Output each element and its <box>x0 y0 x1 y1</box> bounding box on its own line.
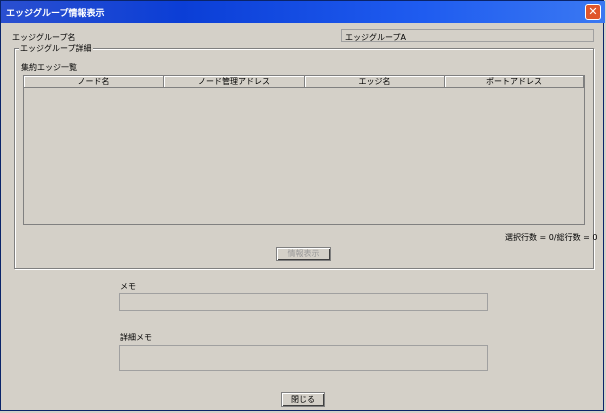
column-header-port-address[interactable]: ポートアドレス <box>445 76 584 88</box>
memo-field[interactable] <box>119 293 488 311</box>
close-icon: ✕ <box>588 5 598 18</box>
dialog-window: エッジグループ情報表示 ✕ エッジグループ名 エッジグループA エッジグループ詳… <box>0 0 605 411</box>
detail-memo-label: 詳細メモ <box>120 333 152 342</box>
aggregate-edge-list-label: 集約エッジ一覧 <box>21 63 77 72</box>
info-display-button[interactable]: 情報表示 <box>276 247 331 261</box>
detail-memo-field[interactable] <box>119 345 488 371</box>
aggregate-edge-table[interactable]: ノード名 ノード管理アドレス エッジ名 ポートアドレス <box>23 75 585 225</box>
edge-group-detail-legend: エッジグループ詳細 <box>19 43 93 54</box>
row-count-status: 選択行数 = 0/総行数 = 0 <box>505 233 598 242</box>
edge-group-name-value: エッジグループA <box>345 33 406 42</box>
edge-group-name-label: エッジグループ名 <box>12 33 76 42</box>
close-button[interactable]: 閉じる <box>281 392 325 407</box>
memo-label: メモ <box>120 282 136 291</box>
column-header-edge-name[interactable]: エッジ名 <box>305 76 445 88</box>
close-window-button[interactable]: ✕ <box>585 4 601 20</box>
column-header-node-name[interactable]: ノード名 <box>24 76 164 88</box>
window-title: エッジグループ情報表示 <box>6 9 105 19</box>
title-bar[interactable]: エッジグループ情報表示 ✕ <box>1 1 605 23</box>
edge-group-name-field: エッジグループA <box>341 29 594 42</box>
column-header-node-mgmt-address[interactable]: ノード管理アドレス <box>164 76 305 88</box>
table-header: ノード名 ノード管理アドレス エッジ名 ポートアドレス <box>24 76 584 88</box>
